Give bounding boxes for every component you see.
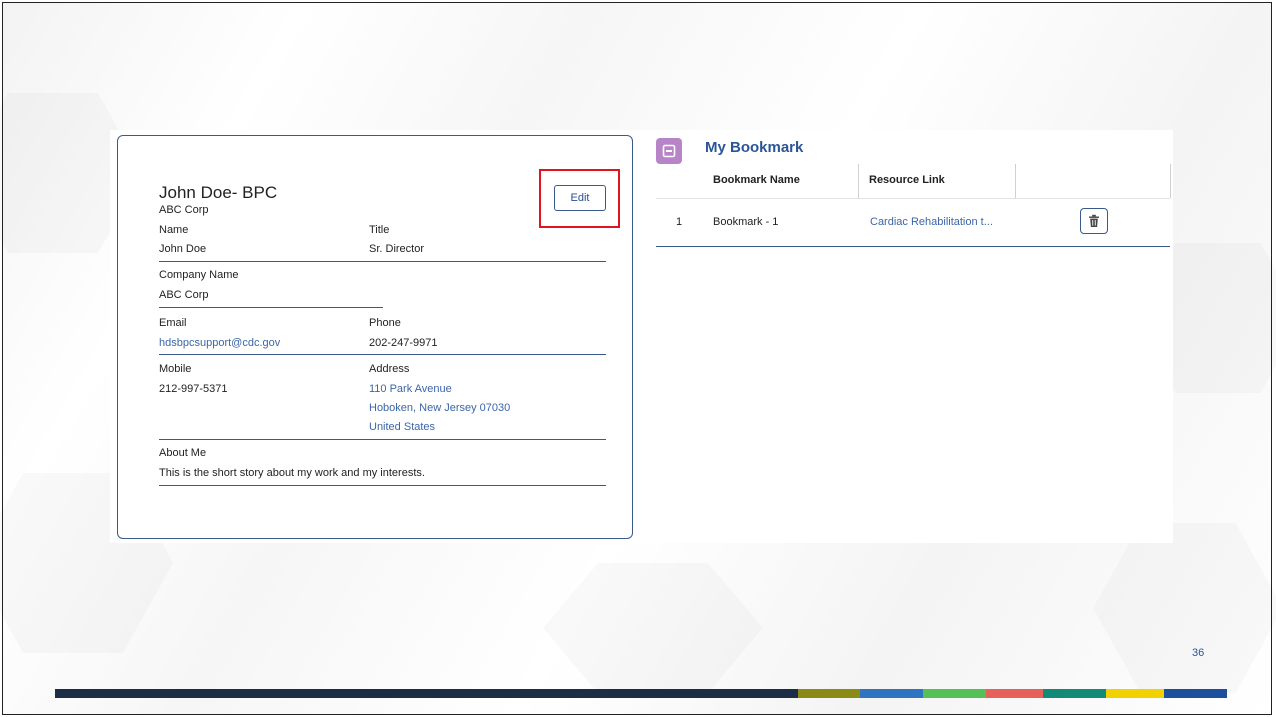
footer-color-segment [55,689,798,698]
address-line1[interactable]: 110 Park Avenue [369,383,452,395]
row-index: 1 [676,216,683,228]
table-header-divider [656,198,1170,199]
resource-link[interactable]: Cardiac Rehabilitation t... [870,216,993,228]
trash-icon [1089,214,1099,227]
divider [159,354,606,355]
email-link[interactable]: hdsbpcsupport@cdc.gov [159,337,280,349]
column-header-resource-link[interactable]: Resource Link [869,174,945,186]
profile-title: John Doe- BPC [159,183,278,202]
profile-subtitle: ABC Corp [159,204,209,216]
divider [159,307,383,308]
name-label: Name [159,224,189,236]
company-value: ABC Corp [159,289,209,301]
column-separator [1170,164,1171,198]
footer-color-segment [1164,689,1227,698]
footer-color-segment [923,689,986,698]
address-label: Address [369,363,410,375]
address-line2[interactable]: Hoboken, New Jersey 07030 [369,402,510,414]
column-header-bookmark-name[interactable]: Bookmark Name [713,174,800,186]
column-separator [858,164,859,198]
mobile-value: 212-997-5371 [159,383,228,395]
divider [159,261,606,262]
divider [159,485,606,486]
bookmark-icon [656,138,682,164]
divider [159,439,606,440]
page-number: 36 [1192,647,1205,659]
delete-bookmark-button[interactable] [1080,208,1108,234]
phone-value: 202-247-9971 [369,337,438,349]
about-label: About Me [159,447,207,459]
name-value: John Doe [159,243,207,255]
background-hexagon [1093,523,1276,693]
footer-color-segment [1106,689,1164,698]
about-value: This is the short story about my work an… [159,467,425,479]
title-value: Sr. Director [369,243,425,255]
footer-color-segment [798,689,860,698]
phone-label: Phone [369,317,401,329]
footer-color-segment [1043,689,1106,698]
column-separator [1015,164,1016,198]
address-line3[interactable]: United States [369,421,435,433]
email-label: Email [159,317,187,329]
mobile-label: Mobile [159,363,192,375]
edit-highlight-box [539,169,620,228]
bookmarks-title: My Bookmark [705,139,804,156]
company-label: Company Name [159,269,239,281]
footer-color-segment [986,689,1043,698]
background-hexagon [543,563,763,693]
table-row-divider [656,246,1170,247]
bookmark-name: Bookmark - 1 [713,216,779,228]
title-label: Title [369,224,390,236]
footer-color-segment [860,689,923,698]
